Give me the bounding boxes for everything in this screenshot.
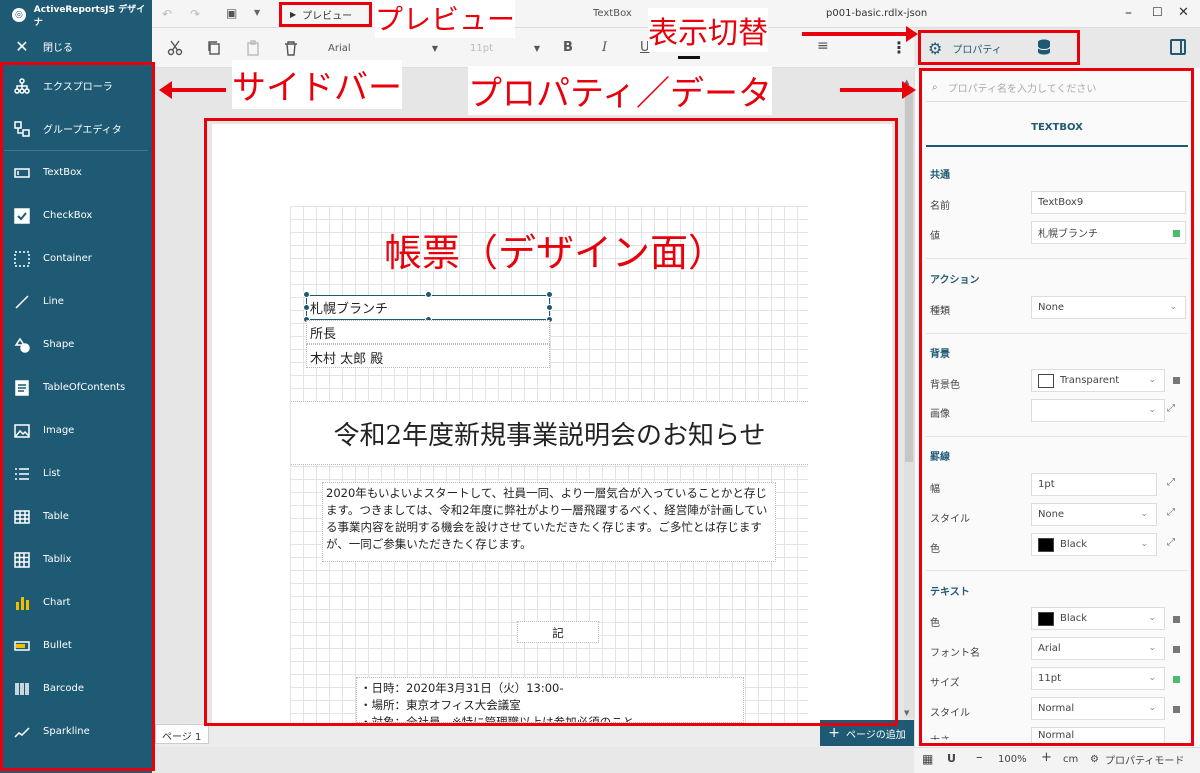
page-bar — [152, 723, 914, 747]
zoom-out-icon[interactable]: – — [976, 750, 983, 765]
annotation-preview: プレビュー — [375, 0, 516, 38]
annotation-props: プロパティ／データ — [468, 66, 772, 115]
logo-icon: ◎ — [12, 8, 26, 22]
annotation-report: 帳票（デザイン面） — [384, 231, 727, 275]
file-name: p001-basic.rdlx-json — [826, 8, 928, 19]
close-button[interactable]: ✕ 閉じる — [0, 30, 152, 63]
chevron-down-icon: ▼ — [533, 43, 540, 53]
app-brand: ◎ ActiveReportsJS デザイナ — [0, 0, 152, 30]
save-icon[interactable]: ▣ — [226, 6, 237, 20]
panel-toggle-icon[interactable] — [1170, 39, 1186, 55]
tab-textbox[interactable]: TextBox — [593, 8, 632, 19]
delete-icon[interactable] — [281, 38, 301, 58]
copy-icon[interactable] — [204, 38, 224, 58]
tab-page-1[interactable]: ページ 1 — [155, 724, 209, 744]
window-close-icon[interactable]: ✕ — [1178, 5, 1189, 20]
zoom-level: 100% — [998, 754, 1027, 765]
annotation-preview-box — [279, 2, 372, 27]
redo-icon[interactable]: ↷ — [190, 7, 200, 21]
paste-icon[interactable] — [243, 38, 263, 58]
property-mode-button[interactable]: ⚙ プロパティモード — [1090, 752, 1184, 767]
maximize-icon[interactable]: ☐ — [1152, 5, 1163, 19]
plus-icon: + — [828, 725, 840, 741]
undo-icon[interactable]: ↶ — [162, 7, 172, 21]
annotation-arrow — [840, 81, 916, 99]
scrollbar-thumb[interactable] — [905, 92, 913, 462]
italic-icon[interactable]: I — [602, 40, 607, 55]
cut-icon[interactable] — [165, 38, 185, 58]
annotation-report-box — [204, 118, 898, 726]
app-title: ActiveReportsJS デザイナ — [33, 5, 146, 28]
annotation-sidebar-box — [0, 62, 155, 771]
gear-icon: ⚙ — [1090, 754, 1099, 765]
annotation-arrow — [159, 81, 226, 99]
text-color-bar[interactable] — [678, 56, 700, 59]
zoom-in-icon[interactable]: + — [1041, 750, 1052, 765]
minimize-icon[interactable]: – — [1125, 5, 1132, 21]
scroll-down-icon[interactable]: ▼ — [904, 709, 909, 717]
annotation-arrow — [802, 26, 918, 42]
save-menu-icon[interactable]: ▼ — [254, 8, 260, 17]
grid-icon[interactable]: ▦ — [922, 752, 933, 766]
close-icon: ✕ — [15, 37, 29, 56]
unit-label[interactable]: cm — [1063, 754, 1078, 765]
annotation-props-box — [919, 68, 1194, 746]
chevron-down-icon: ▼ — [431, 43, 438, 53]
annotation-toggle: 表示切替 — [648, 8, 768, 52]
bold-icon[interactable]: B — [563, 40, 573, 55]
size-select[interactable]: 11pt ▼ — [470, 38, 540, 58]
snap-icon[interactable]: U — [947, 752, 956, 765]
font-select[interactable]: Arial ▼ — [328, 38, 438, 58]
annotation-toggle-box — [918, 30, 1080, 65]
annotation-sidebar: サイドバー — [232, 60, 402, 109]
